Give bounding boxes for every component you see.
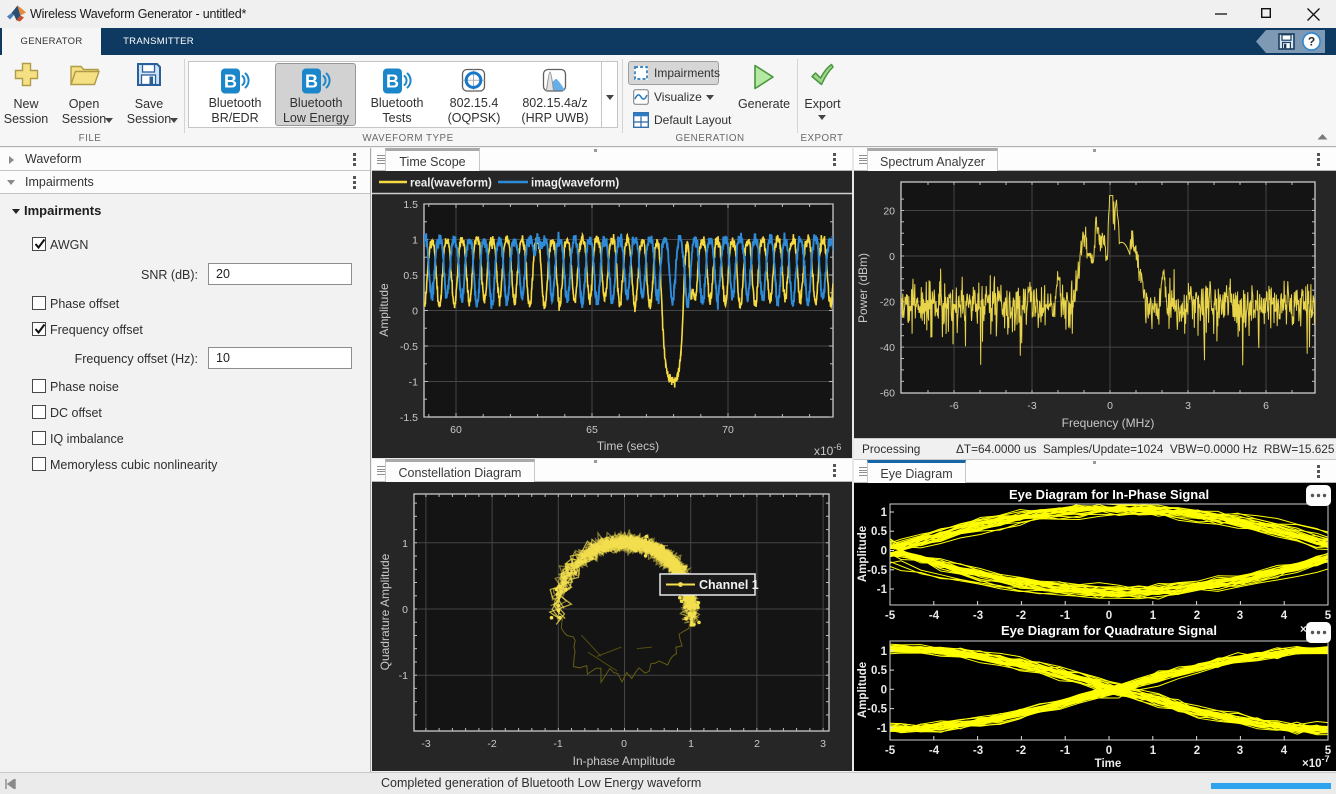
svg-text:-1: -1: [877, 723, 888, 735]
svg-text:-0.5: -0.5: [400, 341, 418, 353]
svg-text:60: 60: [450, 424, 462, 436]
svg-text:0: 0: [1106, 610, 1112, 622]
svg-text:0.5: 0.5: [403, 270, 418, 282]
svg-text:0: 0: [412, 306, 418, 318]
svg-text:0: 0: [621, 738, 627, 750]
svg-text:×: ×: [1300, 624, 1307, 636]
svg-text:-3: -3: [1027, 400, 1036, 412]
svg-text:-1: -1: [1060, 745, 1071, 757]
svg-text:-2: -2: [487, 738, 496, 750]
svg-text:0: 0: [881, 684, 887, 696]
svg-text:-0.5: -0.5: [867, 704, 887, 716]
svg-text:-5: -5: [885, 745, 896, 757]
svg-text:1: 1: [1150, 745, 1157, 757]
svg-text:Quadrature Amplitude: Quadrature Amplitude: [378, 553, 392, 670]
svg-text:3: 3: [1185, 400, 1191, 412]
svg-text:1.5: 1.5: [403, 199, 418, 211]
svg-text:Amplitude: Amplitude: [377, 283, 391, 337]
svg-text:1: 1: [688, 738, 694, 750]
svg-text:2: 2: [1194, 745, 1200, 757]
svg-text:4: 4: [1281, 610, 1288, 622]
svg-text:0: 0: [889, 251, 895, 263]
svg-text:In-phase Amplitude: In-phase Amplitude: [573, 754, 676, 768]
svg-text:-5: -5: [885, 610, 896, 622]
svg-text:0: 0: [881, 546, 887, 558]
svg-text:-3: -3: [973, 745, 983, 757]
svg-text:-1: -1: [877, 584, 888, 596]
svg-text:1: 1: [1150, 610, 1157, 622]
svg-text:6: 6: [1263, 400, 1269, 412]
svg-text:5: 5: [1325, 610, 1332, 622]
svg-text:3: 3: [820, 738, 826, 750]
svg-text:-4: -4: [929, 610, 940, 622]
svg-text:imag(waveform): imag(waveform): [531, 178, 619, 190]
svg-text:1: 1: [881, 507, 888, 519]
svg-text:-6: -6: [949, 400, 958, 412]
svg-text:-0.5: -0.5: [867, 565, 887, 577]
svg-text:-1: -1: [399, 670, 408, 682]
svg-text:Eye Diagram for Quadrature Sig: Eye Diagram for Quadrature Signal: [1001, 623, 1217, 638]
svg-text:-2: -2: [1016, 610, 1026, 622]
svg-text:Eye Diagram for In-Phase Signa: Eye Diagram for In-Phase Signal: [1009, 487, 1209, 502]
svg-text:Channel 1: Channel 1: [699, 578, 759, 592]
svg-text:-3: -3: [973, 610, 983, 622]
svg-text:-1.5: -1.5: [400, 412, 418, 424]
svg-text:Frequency (MHz): Frequency (MHz): [1062, 416, 1155, 430]
svg-text:B: B: [386, 72, 399, 92]
svg-text:70: 70: [722, 424, 734, 436]
svg-text:real(waveform): real(waveform): [410, 178, 492, 190]
svg-text:0.5: 0.5: [871, 526, 888, 538]
svg-text:-1: -1: [553, 738, 562, 750]
svg-text:Time: Time: [1095, 758, 1122, 770]
svg-text:-1: -1: [1060, 610, 1071, 622]
svg-text:-60: -60: [880, 388, 895, 400]
svg-text:3: 3: [1237, 610, 1243, 622]
svg-text:Power (dBm): Power (dBm): [856, 253, 870, 323]
svg-text:?: ?: [1308, 35, 1315, 49]
svg-text:3: 3: [1237, 745, 1243, 757]
svg-text:Time (secs): Time (secs): [597, 439, 659, 453]
svg-text:-1: -1: [409, 377, 418, 389]
svg-text:-3: -3: [421, 738, 430, 750]
svg-text:0.5: 0.5: [871, 665, 888, 677]
svg-text:-2: -2: [1016, 745, 1026, 757]
svg-text:B: B: [224, 72, 237, 92]
svg-text:-40: -40: [880, 342, 895, 354]
svg-text:0: 0: [1106, 745, 1112, 757]
svg-text:B: B: [305, 72, 318, 92]
svg-text:2: 2: [1194, 610, 1200, 622]
svg-text:65: 65: [586, 424, 598, 436]
svg-text:-20: -20: [880, 297, 895, 309]
svg-text:2: 2: [754, 738, 760, 750]
svg-text:20: 20: [883, 206, 895, 218]
svg-text:1: 1: [402, 538, 408, 550]
svg-text:4: 4: [1281, 745, 1288, 757]
svg-text:1: 1: [412, 235, 418, 247]
svg-text:0: 0: [1107, 400, 1113, 412]
svg-text:0: 0: [402, 604, 408, 616]
svg-text:1: 1: [881, 646, 888, 658]
svg-text:-4: -4: [929, 745, 940, 757]
